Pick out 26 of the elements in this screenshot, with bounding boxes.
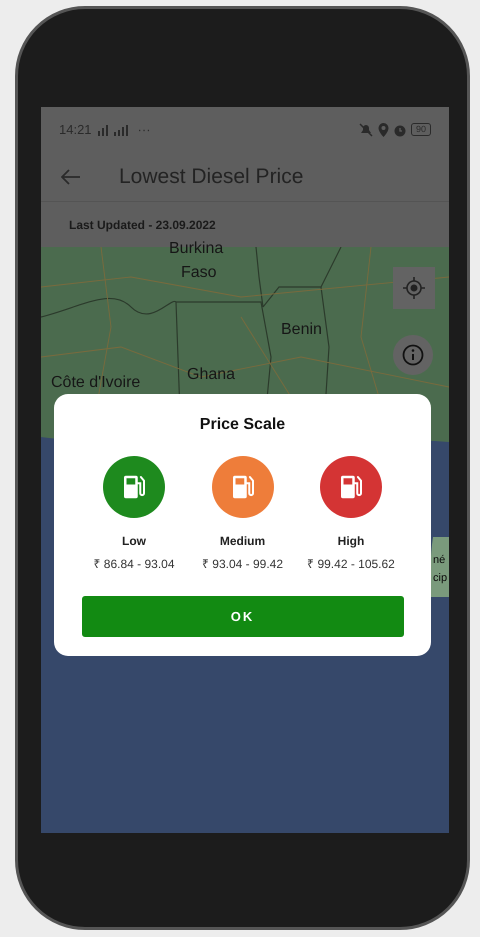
my-location-button[interactable] [393, 267, 435, 309]
location-icon [378, 122, 389, 136]
info-icon [402, 344, 424, 366]
map-label: Ghana [187, 367, 236, 383]
back-arrow-icon[interactable] [61, 168, 81, 184]
price-range: ₹ 93.04 - 99.42 [202, 556, 284, 573]
ok-button[interactable]: OK [82, 596, 404, 637]
map-label: Côte d'Ivoire [51, 375, 140, 391]
map-label: né [433, 555, 446, 566]
last-updated-text: Last Updated - 23.09.2022 [69, 216, 216, 234]
status-more: ··· [138, 120, 151, 139]
alarm-icon [392, 122, 407, 136]
map-label: Benin [281, 322, 322, 338]
muted-bell-icon [358, 122, 374, 136]
level-label: Medium [220, 533, 266, 550]
map-label: Burkina [169, 241, 224, 257]
price-range: ₹ 86.84 - 93.04 [93, 556, 175, 573]
map-label: Faso [181, 265, 217, 281]
app-title: Lowest Diesel Price [119, 164, 304, 190]
crosshair-icon [403, 277, 425, 299]
price-range: ₹ 99.42 - 105.62 [307, 556, 395, 573]
level-label: High [338, 533, 364, 550]
level-label: Low [122, 533, 146, 550]
map-label: cip [433, 573, 448, 584]
signal-icon [96, 124, 130, 136]
dialog-title: Price Scale [200, 415, 286, 435]
